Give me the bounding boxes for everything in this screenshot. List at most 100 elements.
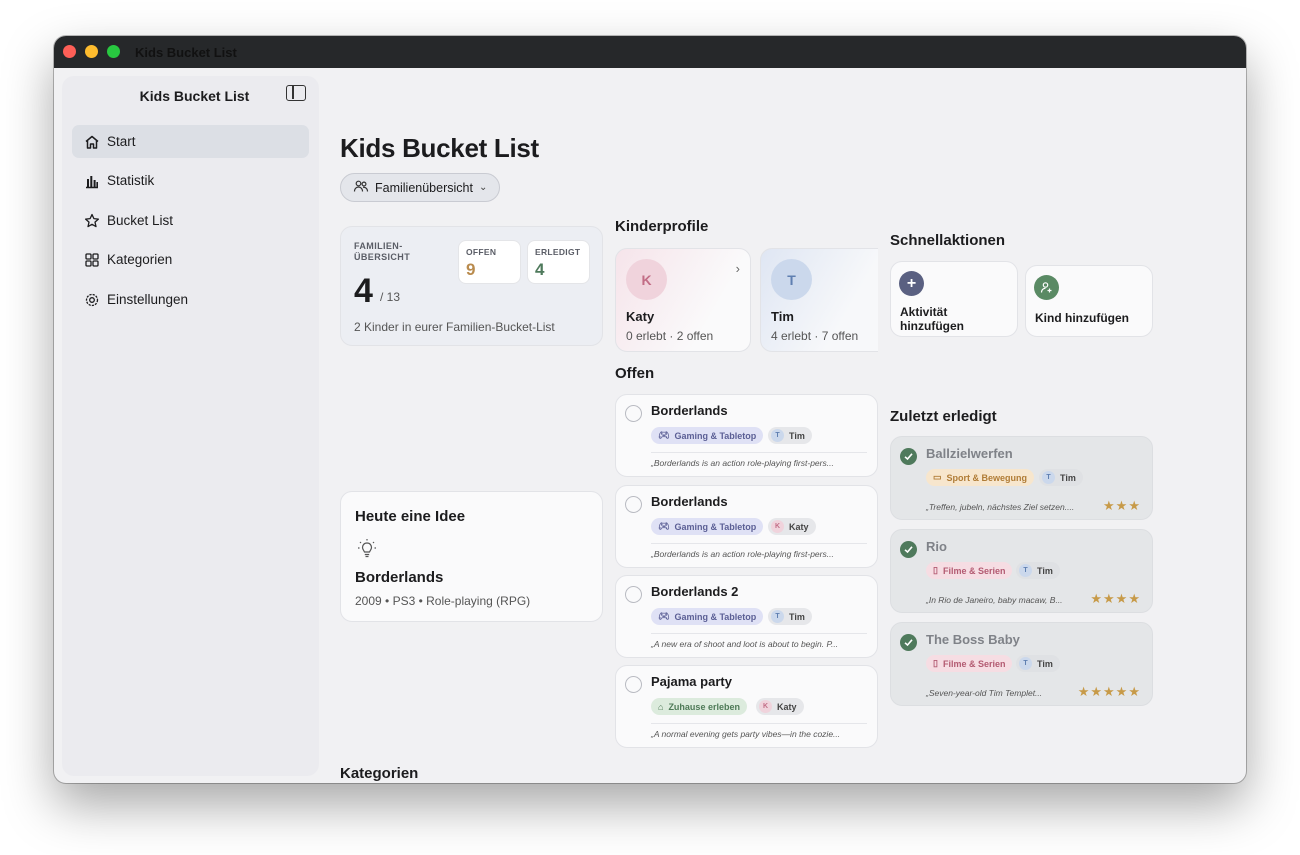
zoom-window-button[interactable] — [107, 45, 120, 58]
open-item[interactable]: Pajama party ⌂ Zuhause erleben K Katy „A n… — [615, 665, 878, 748]
rating-stars: ★★★★★ — [1077, 684, 1141, 699]
done-stat-value: 4 — [535, 260, 545, 279]
house-icon — [84, 134, 100, 150]
done-item[interactable]: The Boss Baby ▯ Filme & Serien T Tim „Seve… — [890, 622, 1153, 706]
sidebar-item-label: Statistik — [107, 173, 155, 188]
family-filter-dropdown[interactable]: Familienübersicht ⌄ — [340, 173, 501, 202]
popcorn-icon: ▯ — [933, 565, 938, 575]
complete-checkbox[interactable] — [625, 676, 642, 693]
gamepad-icon: 🎮︎ — [658, 521, 670, 531]
idea-card[interactable]: Heute eine Idee Borderlands 2009 • PS3 •… — [340, 491, 603, 622]
chevron-down-icon: ⌄ — [478, 182, 488, 193]
sidebar-item-start[interactable]: Start — [72, 125, 309, 158]
sidebar: Kids Bucket List Start Statistik Bucket … — [62, 76, 319, 776]
open-stat-label: OFFEN — [466, 247, 497, 257]
grid-icon — [84, 252, 100, 268]
kid-profile-tim[interactable]: T Tim 4 erlebt · 7 offen — [760, 248, 878, 352]
plus-icon: + — [899, 271, 924, 296]
sidebar-item-label: Bucket List — [107, 213, 174, 228]
kid-badge: T — [1042, 471, 1055, 484]
open-item[interactable]: Borderlands 2 🎮︎ Gaming & Tabletop T Tim „… — [615, 575, 878, 658]
window-title: Kids Bucket List — [135, 45, 237, 60]
gamepad-icon: 🎮︎ — [658, 611, 670, 621]
gear-icon — [84, 292, 100, 308]
item-quote: „Treffen, jubeln, nächstes Ziel setzen..… — [926, 502, 1075, 512]
idea-title: Borderlands — [355, 569, 444, 586]
idea-heading: Heute eine Idee — [355, 508, 466, 525]
house-icon: ⌂ — [658, 701, 664, 712]
minimize-window-button[interactable] — [85, 45, 98, 58]
chevron-right-icon: › — [735, 261, 740, 276]
family-total: / 13 — [380, 290, 401, 304]
rating-stars: ★★★ — [1103, 498, 1141, 513]
kid-badge: K — [759, 700, 772, 713]
open-item[interactable]: Borderlands 🎮︎ Gaming & Tabletop K Katy „B… — [615, 485, 878, 568]
sidebar-item-label: Einstellungen — [107, 292, 189, 307]
popcorn-icon: ▯ — [933, 658, 938, 668]
family-note: 2 Kinder in eurer Familien-Bucket-List — [354, 320, 555, 334]
item-quote: „Seven-year-old Tim Templet... — [926, 688, 1043, 698]
item-quote: „In Rio de Janeiro, baby macaw, B... — [926, 595, 1063, 605]
sidebar-item-statistik[interactable]: Statistik — [72, 164, 309, 197]
add-kid-label: Kind hinzufügen — [1035, 311, 1129, 325]
sidebar-toggle-icon[interactable] — [286, 85, 306, 101]
sidebar-item-kategorien[interactable]: Kategorien — [72, 243, 309, 276]
sidebar-item-bucket-list[interactable]: Bucket List — [72, 204, 309, 237]
kid-tag: T Tim — [1016, 655, 1060, 672]
add-kid-button[interactable]: Kind hinzufügen — [1025, 265, 1153, 337]
item-quote: „A normal evening gets party vibes—in th… — [651, 729, 841, 739]
item-title: Ballzielwerfen — [926, 446, 1013, 461]
kid-profile-katy[interactable]: K › Katy 0 erlebt · 2 offen — [615, 248, 751, 352]
checkmark-icon — [900, 448, 917, 465]
category-tag: ▭ Sport & Bewegung — [926, 469, 1035, 486]
category-tag: 🎮︎ Gaming & Tabletop — [651, 427, 764, 444]
kid-badge: T — [771, 610, 784, 623]
done-stat: ERLEDIGT 4 — [527, 240, 590, 284]
item-quote: „Borderlands is an action role-playing f… — [651, 549, 834, 559]
close-window-button[interactable] — [63, 45, 76, 58]
category-tag: ⌂ Zuhause erleben — [651, 698, 747, 715]
complete-checkbox[interactable] — [625, 586, 642, 603]
item-title: Pajama party — [651, 674, 732, 689]
title-bar: Kids Bucket List — [54, 36, 1246, 68]
sidebar-item-label: Kategorien — [107, 252, 173, 267]
item-quote: „A new era of shoot and loot is about to… — [651, 639, 839, 649]
complete-checkbox[interactable] — [625, 496, 642, 513]
open-heading: Offen — [615, 365, 655, 382]
kid-stats: 0 erlebt · 2 offen — [626, 329, 714, 343]
divider — [651, 633, 867, 634]
sidebar-item-einstellungen[interactable]: Einstellungen — [72, 283, 309, 316]
done-stat-label: ERLEDIGT — [535, 247, 581, 257]
divider — [651, 723, 867, 724]
category-tag: 🎮︎ Gaming & Tabletop — [651, 608, 764, 625]
kid-name: Katy — [626, 309, 655, 324]
family-overview-label: FAMILIEN- ÜBERSICHT — [354, 241, 411, 262]
kid-tag: T Tim — [768, 608, 812, 625]
family-done-count: 4 — [354, 272, 373, 310]
done-item[interactable]: Ballzielwerfen ▭ Sport & Bewegung T Tim „T… — [890, 436, 1153, 520]
add-activity-button[interactable]: + Aktivität hinzufügen — [890, 261, 1018, 337]
divider — [651, 452, 867, 453]
divider — [651, 543, 867, 544]
kid-stats: 4 erlebt · 7 offen — [771, 329, 859, 343]
lightbulb-icon — [355, 537, 379, 566]
checkmark-icon — [900, 541, 917, 558]
item-title: The Boss Baby — [926, 632, 1020, 647]
star-icon — [84, 213, 100, 229]
gamepad-icon: 🎮︎ — [658, 430, 670, 440]
open-stat: OFFEN 9 — [458, 240, 521, 284]
page-title: Kids Bucket List — [340, 133, 539, 163]
checkmark-icon — [900, 634, 917, 651]
add-activity-label: Aktivität hinzufügen — [900, 305, 964, 333]
item-quote: „Borderlands is an action role-playing f… — [651, 458, 834, 468]
open-item[interactable]: Borderlands 🎮︎ Gaming & Tabletop T Tim „Bo… — [615, 394, 878, 477]
rating-stars: ★★★★ — [1090, 591, 1141, 606]
kid-badge: K — [771, 520, 784, 533]
avatar: K — [626, 259, 667, 300]
kid-tag: T Tim — [768, 427, 812, 444]
complete-checkbox[interactable] — [625, 405, 642, 422]
kid-tag: T Tim — [1039, 469, 1083, 486]
done-item[interactable]: Rio ▯ Filme & Serien T Tim „In Rio de Jane… — [890, 529, 1153, 613]
kid-tag: K Katy — [768, 518, 816, 535]
kids-heading: Kinderprofile — [615, 218, 709, 235]
